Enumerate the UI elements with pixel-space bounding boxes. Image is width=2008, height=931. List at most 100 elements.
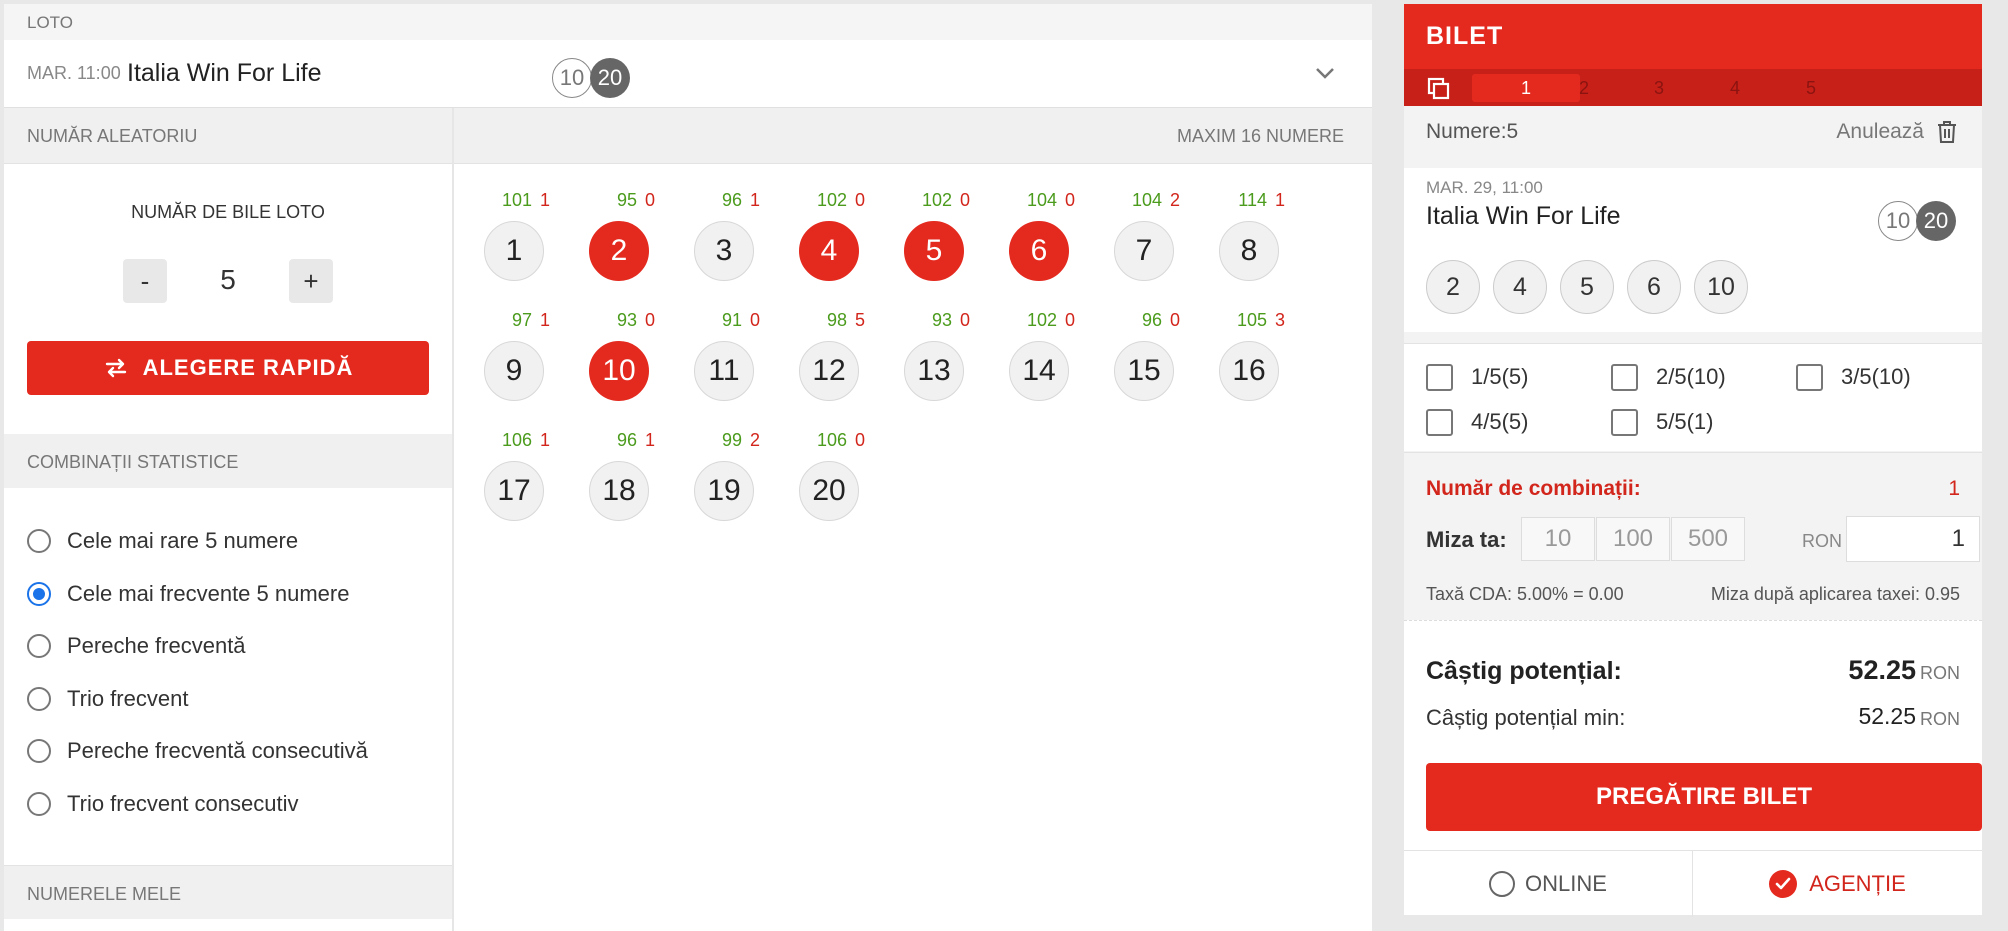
number-ball[interactable]: 8 bbox=[1219, 221, 1279, 281]
number-ball[interactable]: 15 bbox=[1114, 341, 1174, 401]
ticket-numbers-bar: Numere:5 Anulează bbox=[1404, 106, 1982, 156]
radio-button[interactable] bbox=[27, 529, 51, 553]
system-option[interactable]: 3/5(10) bbox=[1796, 362, 1911, 392]
stat-option[interactable]: Cele mai rare 5 numere bbox=[27, 526, 298, 556]
channel-selector: ONLINE AGENȚIE bbox=[1404, 850, 1982, 917]
ticket-event-name: Italia Win For Life bbox=[1426, 202, 1621, 230]
number-ball[interactable]: 13 bbox=[904, 341, 964, 401]
number-ball[interactable]: 20 bbox=[799, 461, 859, 521]
number-ball[interactable]: 6 bbox=[1009, 221, 1069, 281]
stat-option[interactable]: Trio frecvent bbox=[27, 684, 188, 714]
decrease-button[interactable]: - bbox=[123, 259, 167, 303]
frequency-count: 93 bbox=[931, 310, 952, 330]
stat-option[interactable]: Pereche frecventă bbox=[27, 631, 246, 661]
radio-button[interactable] bbox=[27, 686, 51, 711]
ticket-tab[interactable]: 3 bbox=[1644, 74, 1674, 102]
ticket-badge-total: 20 bbox=[1916, 201, 1956, 241]
picked-number: 4 bbox=[1493, 260, 1547, 314]
checkbox[interactable] bbox=[1426, 363, 1453, 391]
ticket-panel: BILET 12345 Numere:5 Anulează MAR. 29, 1… bbox=[1404, 4, 1982, 917]
number-ball[interactable]: 14 bbox=[1009, 341, 1069, 401]
radio-button[interactable] bbox=[27, 739, 51, 764]
quick-stake-button[interactable]: 100 bbox=[1596, 517, 1670, 561]
delay-count: 0 bbox=[1170, 310, 1181, 330]
delay-count: 0 bbox=[645, 310, 656, 330]
number-ball[interactable]: 18 bbox=[589, 461, 649, 521]
checkbox[interactable] bbox=[1796, 363, 1823, 391]
system-option-label: 4/5(5) bbox=[1471, 409, 1529, 434]
number-ball[interactable]: 17 bbox=[484, 461, 544, 521]
number-ball[interactable]: 5 bbox=[904, 221, 964, 281]
stat-option-label: Pereche frecventă consecutivă bbox=[67, 738, 368, 764]
number-cell: 99 2 19 bbox=[694, 430, 794, 540]
number-cell: 96 1 3 bbox=[694, 190, 794, 300]
delay-count: 0 bbox=[1065, 190, 1076, 210]
mode-online[interactable]: ONLINE bbox=[1404, 851, 1693, 917]
checkbox[interactable] bbox=[1611, 408, 1638, 436]
number-ball[interactable]: 1 bbox=[484, 221, 544, 281]
cancel-link[interactable]: Anulează bbox=[1836, 120, 1924, 144]
ticket-tab[interactable]: 1 bbox=[1472, 74, 1580, 102]
stat-option[interactable]: Trio frecvent consecutiv bbox=[27, 789, 299, 819]
quick-stake-button[interactable]: 500 bbox=[1671, 517, 1745, 561]
number-cell: 105 3 16 bbox=[1219, 310, 1319, 420]
number-ball[interactable]: 9 bbox=[484, 341, 544, 401]
mode-agency[interactable]: AGENȚIE bbox=[1693, 851, 1982, 917]
stat-option-label: Trio frecvent consecutiv bbox=[67, 791, 299, 816]
number-ball[interactable]: 19 bbox=[694, 461, 754, 521]
system-option[interactable]: 4/5(5) bbox=[1426, 407, 1528, 437]
number-ball[interactable]: 2 bbox=[589, 221, 649, 281]
prepare-ticket-button[interactable]: PREGĂTIRE BILET bbox=[1426, 763, 1982, 831]
radio-button[interactable] bbox=[27, 581, 51, 606]
increase-button[interactable]: + bbox=[289, 259, 333, 303]
stat-option[interactable]: Pereche frecventă consecutivă bbox=[27, 736, 368, 766]
number-ball[interactable]: 10 bbox=[589, 341, 649, 401]
delay-count: 1 bbox=[540, 190, 551, 210]
event-header[interactable]: MAR. 11:00 Italia Win For Life 10 20 bbox=[4, 40, 1372, 108]
stake-input[interactable] bbox=[1846, 516, 1980, 562]
frequency-count: 102 bbox=[1026, 310, 1057, 330]
checkbox[interactable] bbox=[1611, 363, 1638, 391]
ticket-tab[interactable]: 4 bbox=[1720, 74, 1750, 102]
quick-pick-button[interactable]: ALEGERE RAPIDĂ bbox=[27, 341, 429, 395]
system-options: 1/5(5) 2/5(10) 3/5(10) 4/5(5) 5/5(1) bbox=[1404, 343, 1982, 451]
system-option-label: 2/5(10) bbox=[1656, 364, 1726, 389]
potential-min-currency: RON bbox=[1920, 709, 1960, 729]
stake-label: Miza ta: bbox=[1426, 527, 1507, 552]
frequency-count: 95 bbox=[616, 190, 637, 210]
chevron-down-icon[interactable] bbox=[1314, 62, 1336, 84]
stat-option[interactable]: Cele mai frecvente 5 numere bbox=[27, 579, 349, 609]
ticket-tab[interactable]: 5 bbox=[1796, 74, 1826, 102]
combinations-label: Număr de combinații: bbox=[1426, 477, 1641, 500]
checkbox[interactable] bbox=[1426, 408, 1453, 436]
frequency-count: 101 bbox=[501, 190, 532, 210]
random-number-label: NUMĂR ALEATORIU bbox=[27, 126, 198, 146]
number-ball[interactable]: 12 bbox=[799, 341, 859, 401]
potential-win-value: 52.25 bbox=[1848, 655, 1916, 685]
trash-icon[interactable] bbox=[1936, 120, 1958, 144]
number-cell: 106 1 17 bbox=[484, 430, 584, 540]
lotto-main-panel: LOTO MAR. 11:00 Italia Win For Life 10 2… bbox=[4, 4, 1372, 931]
system-option[interactable]: 2/5(10) bbox=[1611, 362, 1726, 392]
mode-agency-label: AGENȚIE bbox=[1809, 871, 1906, 896]
radio-button[interactable] bbox=[27, 792, 51, 816]
picked-number: 2 bbox=[1426, 260, 1480, 314]
quick-stake-button[interactable]: 10 bbox=[1521, 517, 1595, 561]
frequency-count: 91 bbox=[721, 310, 742, 330]
copy-icon[interactable] bbox=[1426, 76, 1452, 102]
radio-button[interactable] bbox=[27, 634, 51, 659]
number-cell: 93 0 13 bbox=[904, 310, 1004, 420]
number-ball[interactable]: 3 bbox=[694, 221, 754, 281]
ticket-tab[interactable]: 2 bbox=[1569, 74, 1599, 102]
badge-total: 20 bbox=[590, 58, 630, 98]
number-ball[interactable]: 16 bbox=[1219, 341, 1279, 401]
system-option[interactable]: 5/5(1) bbox=[1611, 407, 1713, 437]
number-ball[interactable]: 7 bbox=[1114, 221, 1174, 281]
check-circle-icon bbox=[1769, 870, 1798, 898]
system-option[interactable]: 1/5(5) bbox=[1426, 362, 1528, 392]
delay-count: 1 bbox=[540, 430, 551, 450]
number-ball[interactable]: 4 bbox=[799, 221, 859, 281]
numbers-count: Numere:5 bbox=[1426, 120, 1519, 143]
number-ball[interactable]: 11 bbox=[694, 341, 754, 401]
frequency-count: 102 bbox=[921, 190, 952, 210]
